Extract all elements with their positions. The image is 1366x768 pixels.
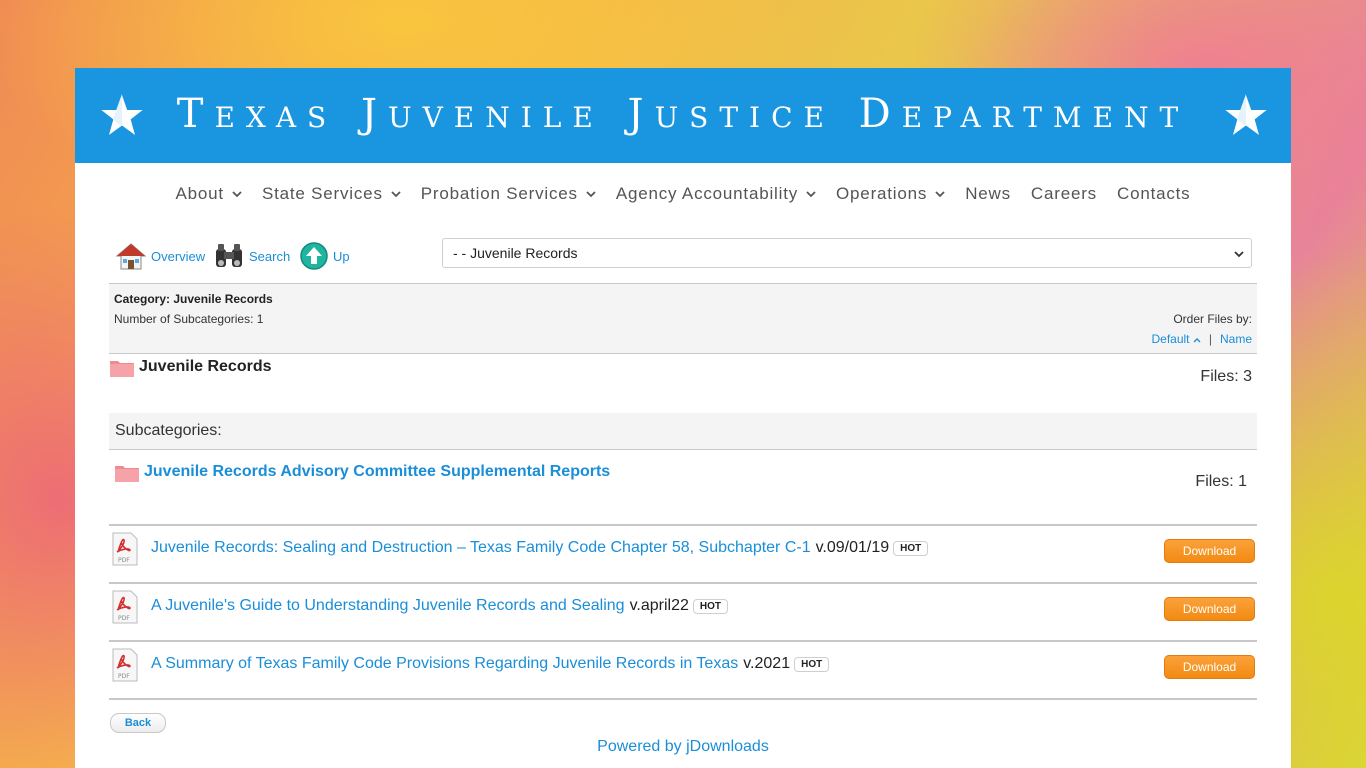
file-row: PDF Juvenile Records: Sealing and Destru… (109, 524, 1257, 582)
caret-up-icon (1193, 338, 1201, 343)
folder-icon (115, 466, 139, 482)
back-button[interactable]: Back (110, 713, 166, 733)
nav-item-label: Operations (836, 184, 928, 203)
nav-item-label: State Services (261, 184, 383, 203)
order-links: Default | Name (1151, 332, 1252, 346)
download-button[interactable]: Download (1164, 597, 1255, 621)
file-row: PDF A Summary of Texas Family Code Provi… (109, 640, 1257, 700)
subcategories-heading: Subcategories: (109, 413, 1257, 450)
nav-item-state-services[interactable]: State Services (262, 184, 401, 204)
file-list: PDF Juvenile Records: Sealing and Destru… (109, 524, 1257, 700)
site-title[interactable]: Texas Juvenile Justice Department (177, 91, 1189, 137)
star-icon (99, 92, 145, 138)
nav-item-careers[interactable]: Careers (1031, 184, 1097, 204)
svg-text:PDF: PDF (118, 673, 130, 680)
home-icon (115, 243, 147, 270)
file-title-link[interactable]: A Summary of Texas Family Code Provision… (151, 655, 738, 673)
star-icon (1223, 92, 1269, 138)
pdf-icon: PDF (112, 648, 138, 682)
category-select-value: - - Juvenile Records (453, 245, 578, 261)
nav-item-label: About (175, 184, 224, 203)
hot-badge: HOT (893, 540, 929, 556)
category-name: Juvenile Records (139, 358, 272, 375)
overview-link[interactable]: Overview (115, 238, 205, 274)
overview-label: Overview (151, 248, 206, 264)
file-title-link[interactable]: A Juvenile's Guide to Understanding Juve… (151, 597, 625, 615)
up-arrow-icon (300, 242, 328, 270)
nav-item-agency-accountability[interactable]: Agency Accountability (616, 184, 816, 204)
chevron-down-icon (1234, 251, 1244, 258)
chevron-down-icon (586, 191, 596, 198)
subcategory-count: Number of Subcategories: 1 (114, 312, 264, 326)
hot-badge: HOT (794, 656, 830, 672)
nav-item-label: Contacts (1117, 184, 1191, 203)
svg-text:PDF: PDF (118, 615, 130, 622)
chevron-down-icon (806, 191, 816, 198)
binoculars-icon (216, 244, 242, 267)
subcategory-file-count: Files: 1 (1195, 473, 1247, 490)
order-separator: | (1208, 332, 1212, 346)
nav-item-label: Agency Accountability (615, 184, 799, 203)
order-name-link[interactable]: Name (1220, 332, 1252, 346)
page-container: Texas Juvenile Justice Department About … (75, 68, 1291, 768)
main-nav: About State Services Probation Services … (75, 163, 1291, 225)
nav-item-operations[interactable]: Operations (836, 184, 945, 204)
category-select[interactable]: - - Juvenile Records (442, 238, 1252, 268)
chevron-down-icon (391, 191, 401, 198)
category-file-count: Files: 3 (1200, 368, 1252, 385)
nav-item-label: News (965, 184, 1011, 203)
up-link[interactable]: Up (299, 238, 350, 274)
category-info-box: Category: Juvenile Records Number of Sub… (109, 283, 1257, 354)
file-version: v.april22 (629, 597, 689, 614)
hot-badge: HOT (692, 598, 728, 614)
download-button[interactable]: Download (1164, 539, 1255, 563)
nav-item-probation-services[interactable]: Probation Services (421, 184, 596, 204)
search-label: Search (249, 248, 291, 264)
downloads-toolbar: Overview Search Up - - Juvenile Records (109, 238, 1257, 274)
order-files-label: Order Files by: (1173, 312, 1252, 326)
nav-item-contacts[interactable]: Contacts (1117, 184, 1191, 204)
site-banner: Texas Juvenile Justice Department (75, 68, 1291, 163)
file-title-link[interactable]: Juvenile Records: Sealing and Destructio… (151, 539, 811, 557)
powered-by-link[interactable]: Powered by jDownloads (75, 738, 1291, 756)
pdf-icon: PDF (112, 590, 138, 624)
file-version: v.09/01/19 (815, 539, 890, 556)
subcategory-row: Juvenile Records Advisory Committee Supp… (109, 460, 1257, 524)
pdf-icon: PDF (112, 532, 138, 566)
up-label: Up (333, 248, 350, 264)
nav-item-news[interactable]: News (965, 184, 1011, 204)
order-default-label: Default (1151, 332, 1190, 346)
order-default-link[interactable]: Default (1151, 332, 1201, 346)
category-row: Juvenile Records Files: 3 (109, 356, 1257, 400)
folder-icon (110, 361, 134, 377)
chevron-down-icon (935, 191, 945, 198)
download-button[interactable]: Download (1164, 655, 1255, 679)
chevron-down-icon (232, 191, 242, 198)
file-row: PDF A Juvenile's Guide to Understanding … (109, 582, 1257, 640)
category-info-title: Category: Juvenile Records (114, 292, 273, 306)
nav-item-label: Careers (1030, 184, 1097, 203)
nav-item-about[interactable]: About (176, 184, 242, 204)
search-link[interactable]: Search (213, 238, 290, 274)
svg-text:PDF: PDF (118, 557, 130, 564)
subcategory-link[interactable]: Juvenile Records Advisory Committee Supp… (144, 463, 610, 481)
nav-item-label: Probation Services (420, 184, 578, 203)
file-version: v.2021 (743, 655, 791, 672)
